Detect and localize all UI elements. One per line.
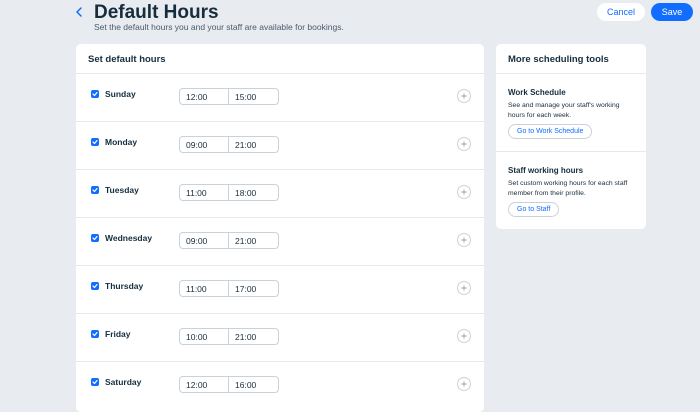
day-name: Tuesday (105, 185, 139, 195)
save-button[interactable]: Save (651, 3, 693, 21)
default-hours-card: Set default hours Sunday 12:00 15:00 Mon… (76, 44, 484, 412)
day-row-tuesday: Tuesday 11:00 18:00 (76, 170, 484, 218)
scheduling-tools-card: More scheduling tools Work Schedule See … (496, 44, 646, 229)
day-name: Wednesday (105, 233, 153, 243)
end-time-input[interactable]: 17:00 (228, 280, 279, 297)
day-row-sunday: Sunday 12:00 15:00 (76, 74, 484, 122)
section-heading: Staff working hours (508, 166, 584, 175)
checkmark-icon (92, 331, 98, 337)
plus-icon (461, 189, 467, 195)
card-title: Set default hours (76, 44, 484, 74)
plus-icon (461, 285, 467, 291)
page-header: Default Hours Set the default hours you … (0, 0, 700, 44)
start-time-input[interactable]: 09:00 (179, 232, 229, 249)
start-time-input[interactable]: 09:00 (179, 136, 229, 153)
day-row-saturday: Saturday 12:00 16:00 (76, 362, 484, 410)
day-name: Saturday (105, 377, 142, 387)
day-row-friday: Friday 10:00 21:00 (76, 314, 484, 362)
add-time-range-button[interactable] (457, 185, 471, 199)
day-checkbox[interactable] (91, 138, 99, 146)
side-card-title: More scheduling tools (496, 44, 646, 74)
start-time-input[interactable]: 12:00 (179, 88, 229, 105)
back-button[interactable] (72, 5, 86, 19)
end-time-input[interactable]: 21:00 (228, 232, 279, 249)
plus-icon (461, 381, 467, 387)
go-to-work-schedule-button[interactable]: Go to Work Schedule (508, 124, 593, 139)
checkmark-icon (92, 91, 98, 97)
add-time-range-button[interactable] (457, 89, 471, 103)
checkmark-icon (92, 283, 98, 289)
plus-icon (461, 141, 467, 147)
day-row-monday: Monday 09:00 21:00 (76, 122, 484, 170)
day-checkbox[interactable] (91, 234, 99, 242)
add-time-range-button[interactable] (457, 137, 471, 151)
section-heading: Work Schedule (508, 88, 566, 97)
end-time-input[interactable]: 15:00 (228, 88, 279, 105)
chevron-left-icon (76, 7, 82, 17)
checkmark-icon (92, 235, 98, 241)
add-time-range-button[interactable] (457, 281, 471, 295)
start-time-input[interactable]: 12:00 (179, 376, 229, 393)
day-name: Thursday (105, 281, 144, 291)
work-schedule-section: Work Schedule See and manage your staff'… (496, 74, 646, 152)
start-time-input[interactable]: 11:00 (179, 280, 229, 297)
checkmark-icon (92, 187, 98, 193)
add-time-range-button[interactable] (457, 377, 471, 391)
plus-icon (461, 93, 467, 99)
checkmark-icon (92, 139, 98, 145)
day-checkbox[interactable] (91, 282, 99, 290)
plus-icon (461, 237, 467, 243)
add-time-range-button[interactable] (457, 329, 471, 343)
go-to-staff-button[interactable]: Go to Staff (508, 202, 560, 217)
page-title: Default Hours (94, 2, 219, 23)
checkmark-icon (92, 379, 98, 385)
plus-icon (461, 333, 467, 339)
day-checkbox[interactable] (91, 330, 99, 338)
page-subtitle: Set the default hours you and your staff… (94, 22, 344, 32)
end-time-input[interactable]: 21:00 (228, 136, 279, 153)
start-time-input[interactable]: 11:00 (179, 184, 229, 201)
day-row-thursday: Thursday 11:00 17:00 (76, 266, 484, 314)
section-description: Set custom working hours for each staff … (508, 180, 628, 197)
day-checkbox[interactable] (91, 186, 99, 194)
day-checkbox[interactable] (91, 90, 99, 98)
start-time-input[interactable]: 10:00 (179, 328, 229, 345)
end-time-input[interactable]: 21:00 (228, 328, 279, 345)
add-time-range-button[interactable] (457, 233, 471, 247)
cancel-button[interactable]: Cancel (597, 3, 645, 21)
day-name: Friday (105, 329, 131, 339)
day-name: Sunday (105, 89, 136, 99)
section-description: See and manage your staff's working hour… (508, 102, 620, 119)
day-name: Monday (105, 137, 138, 147)
day-checkbox[interactable] (91, 378, 99, 386)
end-time-input[interactable]: 18:00 (228, 184, 279, 201)
end-time-input[interactable]: 16:00 (228, 376, 279, 393)
day-row-wednesday: Wednesday 09:00 21:00 (76, 218, 484, 266)
staff-hours-section: Staff working hours Set custom working h… (496, 152, 646, 229)
